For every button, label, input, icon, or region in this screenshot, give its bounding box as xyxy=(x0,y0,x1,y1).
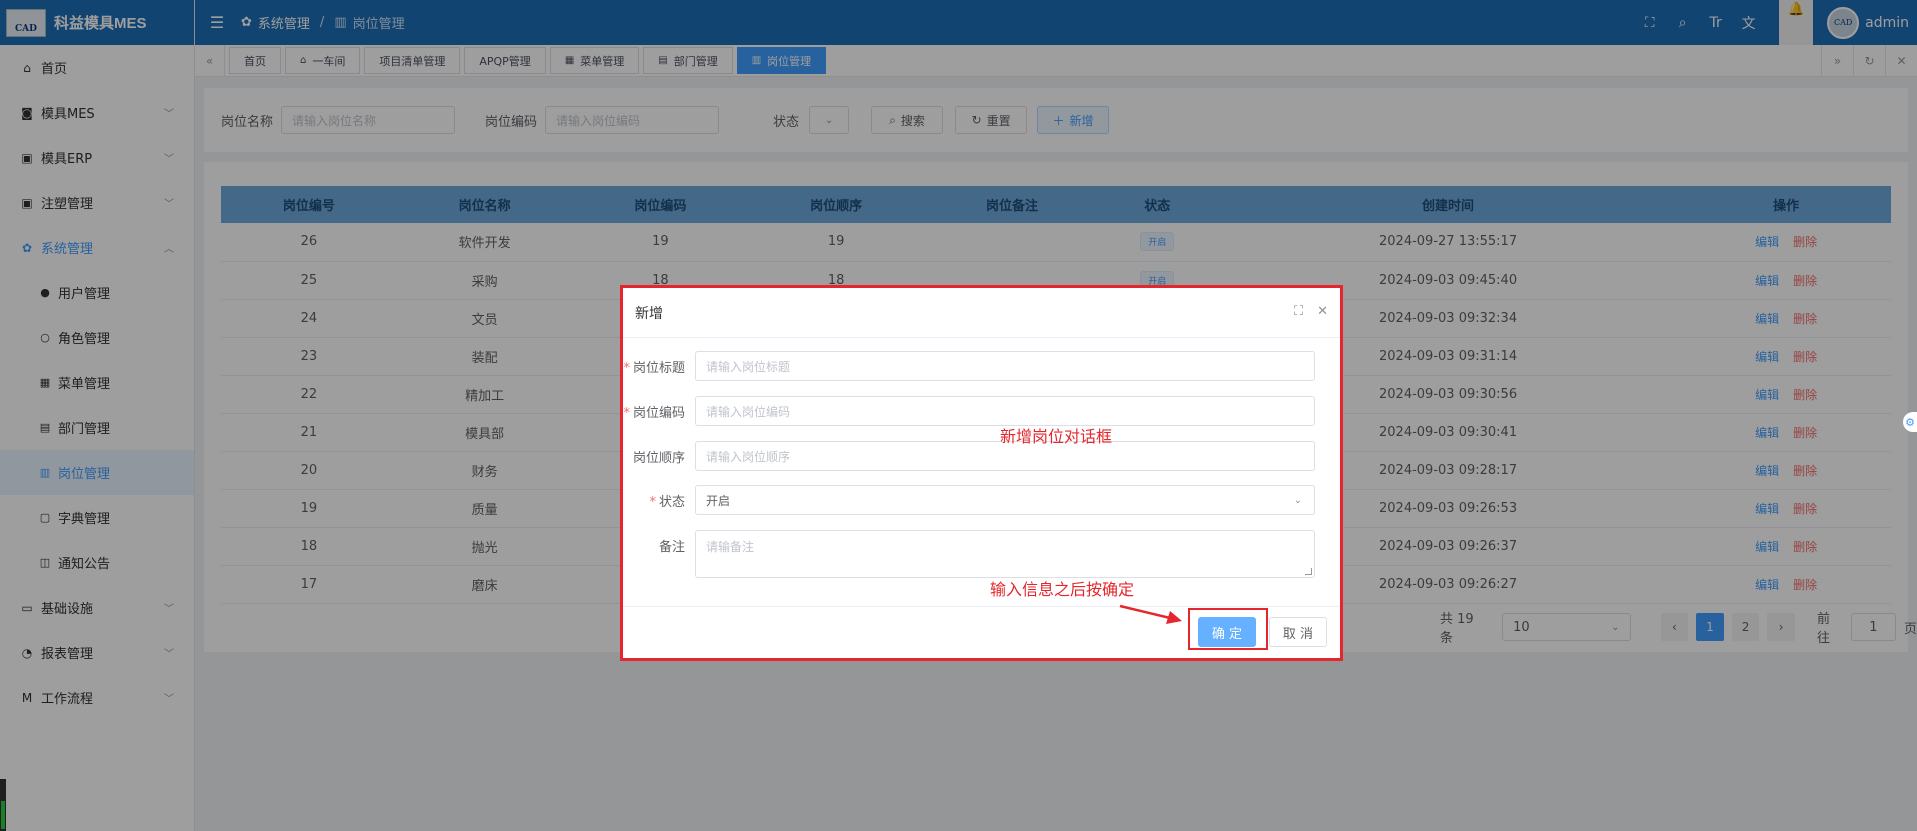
form-row-post-order: 岗位顺序 请输入岗位顺序 xyxy=(623,441,1315,471)
close-icon[interactable]: ✕ xyxy=(1317,304,1328,319)
annotation-arrow-icon xyxy=(1119,604,1182,624)
form-row-status: * 状态 开启 ⌄ xyxy=(623,485,1315,515)
post-code-input[interactable]: 请输入岗位编码 xyxy=(695,396,1315,426)
form-row-post-code: * 岗位编码 请输入岗位编码 xyxy=(623,396,1315,426)
remark-textarea[interactable]: 请输备注 xyxy=(695,530,1315,578)
maximize-icon[interactable]: ⛶ xyxy=(1294,304,1303,319)
dialog-header: 新增 ⛶ ✕ xyxy=(623,288,1340,338)
chevron-down-icon: ⌄ xyxy=(1293,494,1302,506)
confirm-annotation: 输入信息之后按确定 xyxy=(990,580,1135,599)
form-row-post-title: * 岗位标题 请输入岗位标题 xyxy=(623,351,1315,381)
dialog-annotation: 新增岗位对话框 xyxy=(1000,427,1113,446)
post-title-input[interactable]: 请输入岗位标题 xyxy=(695,351,1315,381)
dialog-footer: 确 定 取 消 xyxy=(623,606,1340,658)
form-row-remark: 备注 请输备注 xyxy=(623,530,1315,578)
status-select[interactable]: 开启 ⌄ xyxy=(695,485,1315,515)
cancel-button[interactable]: 取 消 xyxy=(1269,617,1327,647)
settings-gear-icon[interactable]: ⚙ xyxy=(1903,412,1917,432)
add-post-dialog: 新增 ⛶ ✕ * 岗位标题 请输入岗位标题 * 岗位编码 请输入岗位编码 岗位顺序 … xyxy=(620,285,1343,661)
dialog-title: 新增 xyxy=(635,305,663,322)
confirm-button[interactable]: 确 定 xyxy=(1198,617,1256,647)
